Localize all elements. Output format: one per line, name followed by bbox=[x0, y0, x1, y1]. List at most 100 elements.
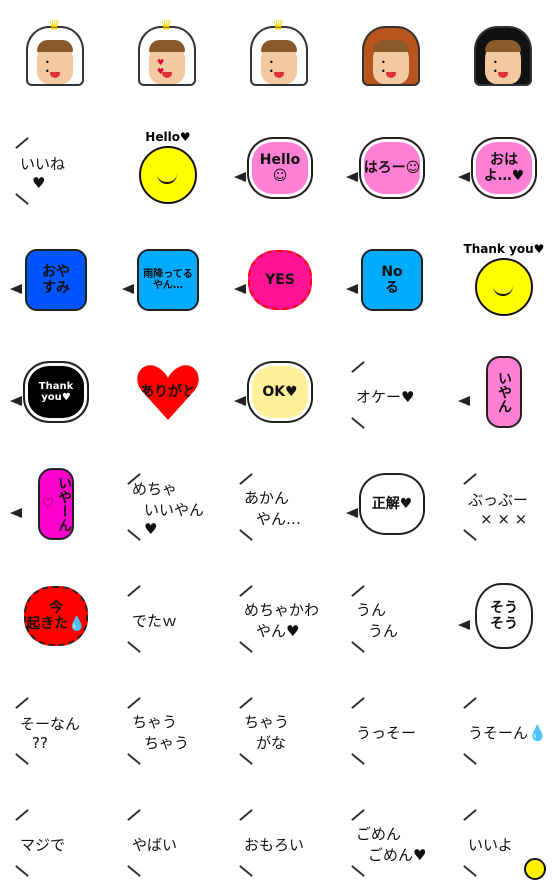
emoji-sticker[interactable]: そーなん?? bbox=[0, 672, 112, 784]
bubble-text: ☺ bbox=[272, 168, 288, 184]
emoji-sticker[interactable]: • •♛ bbox=[0, 0, 112, 112]
crown-icon: ♛ bbox=[272, 18, 285, 34]
smiley-face-icon bbox=[524, 858, 546, 880]
emoji-sticker[interactable]: ぶっぶー × × × bbox=[448, 448, 560, 560]
emoji-sticker[interactable]: • • bbox=[448, 0, 560, 112]
speech-bubble: 今起きた💧 bbox=[24, 586, 88, 646]
emoji-sticker[interactable]: ごめん ごめん♥ bbox=[336, 784, 448, 896]
emoji-sticker[interactable]: • •♛ bbox=[224, 0, 336, 112]
sticker-caption: Hello♥ bbox=[145, 130, 191, 144]
bubble-text: る bbox=[385, 280, 399, 296]
emoji-sticker[interactable]: ありがと bbox=[112, 336, 224, 448]
emoji-sticker[interactable]: • • bbox=[336, 0, 448, 112]
text-line: あかん bbox=[244, 489, 290, 507]
emoji-sticker[interactable]: Thank you♥ bbox=[0, 336, 112, 448]
emoji-sticker[interactable]: うそーん💧 bbox=[448, 672, 560, 784]
hooded-face-icon: • • bbox=[362, 26, 420, 86]
emoji-sticker[interactable]: おは よ…♥ bbox=[448, 112, 560, 224]
text-line: ちゃう bbox=[132, 713, 178, 731]
emoji-sticker[interactable]: Hello♥ bbox=[112, 112, 224, 224]
hooded-face-icon: • • bbox=[26, 26, 84, 86]
bubble-text: Hello bbox=[259, 151, 301, 168]
speech-bubble: 正解♥ bbox=[359, 473, 425, 535]
bubble-text: はろー☺ bbox=[363, 159, 421, 176]
face-hair bbox=[149, 40, 185, 52]
emoji-sticker[interactable]: マジで bbox=[0, 784, 112, 896]
sticker-text: ちゃう ちゃう bbox=[132, 700, 214, 764]
speech-bubble: 雨降ってる やん… bbox=[137, 249, 199, 311]
text-line: おもろい bbox=[244, 835, 305, 854]
bubble-text: OK♥ bbox=[262, 383, 298, 400]
emoji-sticker[interactable]: No る bbox=[336, 224, 448, 336]
emoji-sticker[interactable]: おや すみ bbox=[0, 224, 112, 336]
emoji-sticker[interactable]: あかんやん… bbox=[224, 448, 336, 560]
sticker-text: めちゃ いいやん♥ bbox=[132, 476, 214, 540]
speech-bubble-tail bbox=[346, 508, 358, 519]
emoji-sticker[interactable]: ♥ ♥♛ bbox=[112, 0, 224, 112]
text-line: × × × bbox=[480, 509, 528, 528]
text-line: やん♥ bbox=[256, 622, 300, 640]
emoji-sticker[interactable]: OK♥ bbox=[224, 336, 336, 448]
emoji-sticker[interactable]: はろー☺ bbox=[336, 112, 448, 224]
speech-bubble-tail bbox=[10, 508, 22, 519]
emoji-sticker[interactable]: Thank you♥ bbox=[448, 224, 560, 336]
emoji-sticker[interactable]: ちゃう ちゃう bbox=[112, 672, 224, 784]
speech-bubble-tail bbox=[234, 396, 246, 407]
emoji-sticker[interactable]: いいね ♥ bbox=[0, 112, 112, 224]
speech-bubble-tail bbox=[458, 620, 470, 631]
emoji-sticker[interactable]: うん うん bbox=[336, 560, 448, 672]
speech-bubble-tail bbox=[122, 284, 134, 295]
emoji-sticker[interactable]: オケー♥ bbox=[336, 336, 448, 448]
sticker-text: やばい bbox=[132, 812, 214, 876]
bubble-text: そう bbox=[490, 616, 518, 632]
text-line: ごめん♥ bbox=[368, 846, 427, 864]
smiley-face-icon bbox=[139, 145, 197, 204]
bubble-text: 今 bbox=[49, 599, 63, 616]
speech-bubble: Hello ☺ bbox=[247, 137, 313, 199]
crown-icon: ♛ bbox=[48, 18, 61, 34]
text-line: ちゃう bbox=[244, 713, 290, 731]
emoji-sticker[interactable]: めちゃかわやん♥ bbox=[224, 560, 336, 672]
bubble-text: you♥ bbox=[41, 392, 71, 403]
text-line: めちゃかわ bbox=[244, 601, 320, 619]
emoji-sticker[interactable]: Hello ☺ bbox=[224, 112, 336, 224]
text-line: やん… bbox=[256, 510, 302, 528]
emoji-sticker-grid: • •♛♥ ♥♛• •♛• •• •いいね♥Hello♥Hello☺はろー☺おは… bbox=[0, 0, 560, 896]
bubble-text: おや bbox=[42, 263, 70, 280]
text-line: がな bbox=[256, 734, 287, 752]
bubble-text: YES bbox=[265, 271, 295, 288]
emoji-sticker[interactable]: いやん bbox=[448, 336, 560, 448]
emoji-sticker[interactable]: YES bbox=[224, 224, 336, 336]
sticker-text: そーなん?? bbox=[20, 700, 102, 764]
text-line: うっそー bbox=[356, 723, 417, 742]
emoji-sticker[interactable]: うっそー bbox=[336, 672, 448, 784]
hooded-face-icon: • • bbox=[474, 26, 532, 86]
sticker-text: ちゃうがな bbox=[244, 700, 326, 764]
smiley-face-icon bbox=[475, 257, 533, 316]
emoji-sticker[interactable]: 雨降ってる やん… bbox=[112, 224, 224, 336]
emoji-sticker[interactable]: やばい bbox=[112, 784, 224, 896]
bubble-text: いやーん♡ bbox=[40, 476, 73, 532]
emoji-sticker[interactable]: めちゃ いいやん♥ bbox=[112, 448, 224, 560]
text-line: ちゃう bbox=[144, 734, 190, 752]
emoji-sticker[interactable]: 正解♥ bbox=[336, 448, 448, 560]
speech-bubble: そう そう bbox=[475, 583, 533, 649]
emoji-sticker[interactable]: おもろい bbox=[224, 784, 336, 896]
emoji-sticker[interactable]: いいよ bbox=[448, 784, 560, 896]
emoji-sticker[interactable]: ちゃうがな bbox=[224, 672, 336, 784]
emoji-sticker[interactable]: 今起きた💧 bbox=[0, 560, 112, 672]
bubble-text: 起きた💧 bbox=[26, 616, 86, 632]
hooded-face-icon: ♥ ♥ bbox=[138, 26, 196, 86]
emoji-sticker[interactable]: そう そう bbox=[448, 560, 560, 672]
bubble-text: そう bbox=[490, 599, 518, 616]
text-line: でたｗ bbox=[132, 611, 178, 630]
bubble-text: すみ bbox=[42, 280, 70, 296]
emoji-sticker[interactable]: でたｗ bbox=[112, 560, 224, 672]
hooded-face-icon: • • bbox=[250, 26, 308, 86]
emoji-sticker[interactable]: いやーん♡ bbox=[0, 448, 112, 560]
sticker-caption: Thank you♥ bbox=[463, 242, 545, 256]
sticker-text: ぶっぶー × × × bbox=[468, 476, 550, 540]
text-line: めちゃ bbox=[132, 480, 178, 498]
speech-bubble: いやん bbox=[486, 356, 522, 428]
sticker-text: でたｗ bbox=[132, 588, 214, 652]
